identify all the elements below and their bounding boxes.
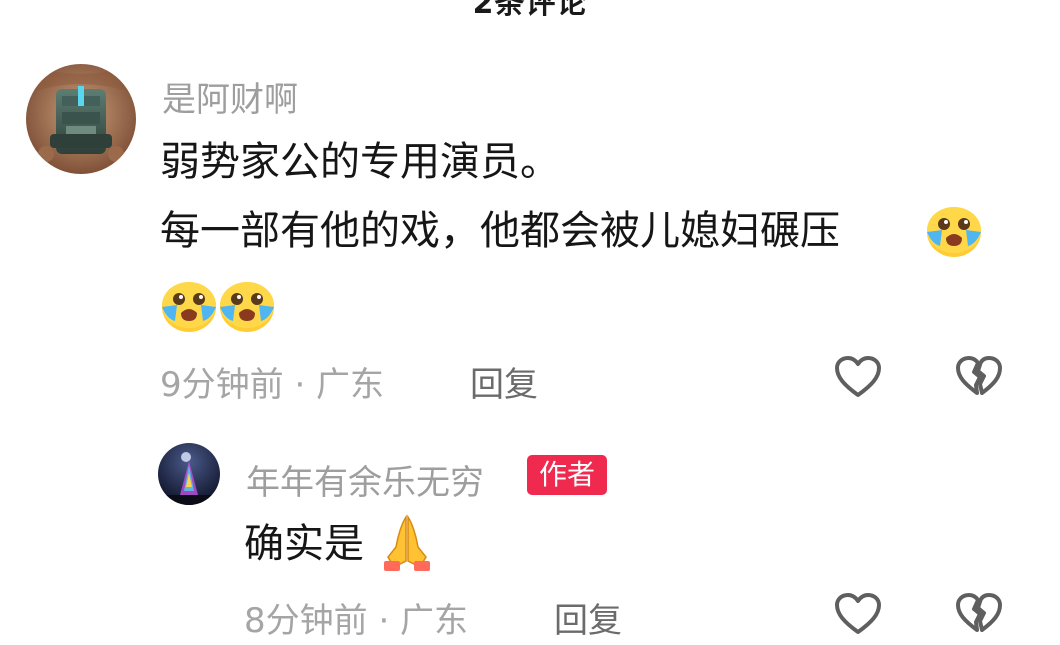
broken-heart-icon[interactable] — [955, 592, 1003, 636]
night-tower-avatar-image — [158, 443, 220, 505]
user-avatar[interactable] — [26, 64, 136, 174]
heart-outline-icon[interactable] — [834, 355, 882, 399]
comment-text-line-1: 弱势家公的专用演员。 — [160, 139, 560, 185]
comment-username[interactable]: 是阿财啊 — [162, 72, 298, 121]
crying-face-emoji — [924, 204, 984, 260]
reply-user-avatar[interactable] — [158, 443, 220, 505]
reply-button[interactable]: 回复 — [554, 593, 622, 642]
crying-face-emoji — [217, 279, 277, 335]
broken-heart-icon[interactable] — [955, 355, 1003, 399]
bronze-artifact-avatar-image — [26, 64, 136, 174]
heart-outline-icon[interactable] — [834, 592, 882, 636]
reply-button[interactable]: 回复 — [470, 357, 538, 406]
comment-text-line-2: 每一部有他的戏，他都会被儿媳妇碾压 — [160, 208, 840, 254]
reply-username[interactable]: 年年有余乐无穷 — [246, 455, 484, 504]
comment-time-location: 9分钟前 · 广东 — [160, 365, 385, 405]
author-badge: 作者 — [527, 455, 608, 495]
reply-text: 确实是 — [244, 521, 364, 567]
praying-hands-emoji — [376, 513, 438, 573]
reply-time-location: 8分钟前 · 广东 — [244, 601, 469, 641]
comments-count-title: 2条评论 — [472, 0, 588, 21]
crying-face-emoji — [159, 279, 219, 335]
comment-thread: 2条评论 是阿财啊 弱势家公的专用演员。 每一部有他的戏，他都会被儿媳妇碾压 9… — [0, 0, 1060, 645]
